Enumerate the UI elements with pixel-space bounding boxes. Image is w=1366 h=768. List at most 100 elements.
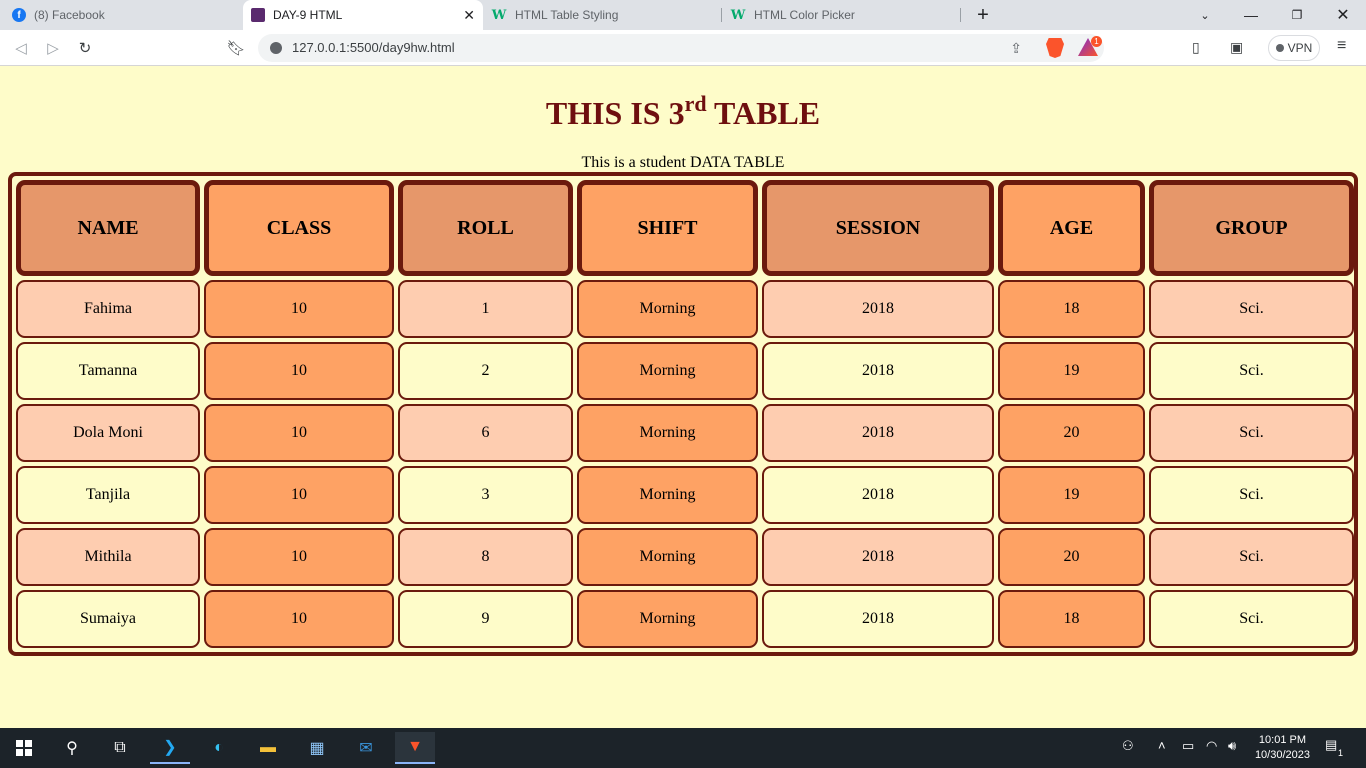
table-row: Fahima 10 1 Morning 2018 18 Sci. <box>16 280 1354 338</box>
table-cell: Mithila <box>16 528 200 586</box>
header-cell: ROLL <box>398 180 573 276</box>
table-cell: Sci. <box>1149 280 1354 338</box>
table-cell: Morning <box>577 342 758 400</box>
table-cell: 10 <box>204 528 394 586</box>
header-cell: SHIFT <box>577 180 758 276</box>
tab-title: HTML Color Picker <box>754 8 855 22</box>
table-cell: 20 <box>998 404 1145 462</box>
share-icon[interactable]: ⇪ <box>1010 40 1022 57</box>
table-cell: Morning <box>577 590 758 648</box>
notification-count: 1 <box>1338 748 1344 758</box>
search-icon[interactable]: ⚲ <box>52 732 92 764</box>
table-cell: Dola Moni <box>16 404 200 462</box>
vscode-icon[interactable]: ❯ <box>150 732 190 764</box>
forward-icon[interactable]: ▷ <box>42 37 64 59</box>
brave-browser-icon[interactable]: ▼ <box>395 732 435 764</box>
table-cell: 2018 <box>762 342 994 400</box>
clock[interactable]: 10:01 PM 10/30/2023 <box>1255 733 1310 763</box>
tab-title: HTML Table Styling <box>515 8 619 22</box>
header-cell: SESSION <box>762 180 994 276</box>
table-cell: Sumaiya <box>16 590 200 648</box>
table-cell: 10 <box>204 590 394 648</box>
table-cell: Morning <box>577 280 758 338</box>
table-cell: 9 <box>398 590 573 648</box>
wallet-icon[interactable]: ▣ <box>1230 39 1243 56</box>
brave-page-icon <box>251 8 265 22</box>
header-row: NAME CLASS ROLL SHIFT SESSION AGE GROUP <box>16 180 1354 276</box>
student-table: NAME CLASS ROLL SHIFT SESSION AGE GROUP … <box>8 172 1358 656</box>
table-cell: Sci. <box>1149 466 1354 524</box>
store-icon[interactable]: ▦ <box>297 732 337 764</box>
table-cell: 1 <box>398 280 573 338</box>
new-tab-button[interactable]: + <box>960 0 1006 30</box>
windows-logo-icon <box>16 740 32 756</box>
tab-search-icon[interactable]: ⌄ <box>1182 0 1228 30</box>
header-cell: AGE <box>998 180 1145 276</box>
tab-facebook[interactable]: f (8) Facebook <box>0 0 242 30</box>
table-row: Dola Moni 10 6 Morning 2018 20 Sci. <box>16 404 1354 462</box>
table-cell: Morning <box>577 466 758 524</box>
site-info-icon[interactable] <box>270 42 282 54</box>
vpn-button[interactable]: VPN <box>1268 35 1320 61</box>
header-cell: NAME <box>16 180 200 276</box>
minimize-icon[interactable]: — <box>1228 0 1274 30</box>
menu-icon[interactable]: ≡ <box>1337 37 1346 55</box>
bookmark-icon[interactable]: 🔖︎ <box>225 37 247 59</box>
back-icon[interactable]: ◁ <box>10 37 32 59</box>
w3schools-icon: W <box>730 7 746 23</box>
table-row: Tanjila 10 3 Morning 2018 19 Sci. <box>16 466 1354 524</box>
notification-icon[interactable]: ▤ <box>1325 737 1337 753</box>
table-cell: Fahima <box>16 280 200 338</box>
page-title: THIS IS 3rd TABLE <box>545 91 821 131</box>
table-row: Tamanna 10 2 Morning 2018 19 Sci. <box>16 342 1354 400</box>
edge-icon[interactable]: ◐ <box>199 732 239 764</box>
facebook-icon: f <box>12 8 26 22</box>
brave-shields-icon[interactable] <box>1046 38 1064 58</box>
table-cell: 2018 <box>762 280 994 338</box>
sidebar-icon[interactable]: ▯ <box>1192 39 1200 56</box>
start-button[interactable] <box>4 732 44 764</box>
reload-icon[interactable]: ↻ <box>74 37 96 59</box>
header-cell: CLASS <box>204 180 394 276</box>
tab-title: (8) Facebook <box>34 8 105 22</box>
tab-day9-html[interactable]: DAY-9 HTML ✕ <box>243 0 483 30</box>
address-bar[interactable]: 127.0.0.1:5500/day9hw.html ⇪ 1 <box>258 34 1104 62</box>
table-cell: 2018 <box>762 466 994 524</box>
table-cell: 20 <box>998 528 1145 586</box>
table-cell: 3 <box>398 466 573 524</box>
vpn-label: VPN <box>1287 41 1313 55</box>
task-view-icon[interactable]: ⧉ <box>100 732 140 764</box>
table-cell: Morning <box>577 528 758 586</box>
table-cell: 19 <box>998 466 1145 524</box>
table-cell: 2018 <box>762 590 994 648</box>
people-icon[interactable]: ⚇ <box>1122 738 1134 754</box>
table-cell: 6 <box>398 404 573 462</box>
table-cell: Sci. <box>1149 590 1354 648</box>
table-cell: 10 <box>204 404 394 462</box>
restore-icon[interactable]: ❐ <box>1274 0 1320 30</box>
tab-html-color-picker[interactable]: W HTML Color Picker <box>722 0 960 30</box>
mail-icon[interactable]: ✉ <box>346 732 386 764</box>
table-cell: 2 <box>398 342 573 400</box>
table-cell: 10 <box>204 280 394 338</box>
table-cell: Tamanna <box>16 342 200 400</box>
tab-title: DAY-9 HTML <box>273 8 343 22</box>
table-cell: 2018 <box>762 528 994 586</box>
time-text: 10:01 PM <box>1258 734 1307 746</box>
file-explorer-icon[interactable]: ▬ <box>248 732 288 764</box>
chevron-up-icon[interactable]: ˄ <box>1158 738 1166 753</box>
close-tab-icon[interactable]: ✕ <box>463 7 475 24</box>
wifi-icon[interactable]: ◠ <box>1206 738 1217 754</box>
close-window-icon[interactable]: ✕ <box>1320 0 1366 30</box>
volume-icon[interactable]: 🔊︎ <box>1228 738 1236 754</box>
date-text: 10/30/2023 <box>1254 749 1310 761</box>
table-cell: 19 <box>998 342 1145 400</box>
battery-icon[interactable]: ▭ <box>1182 738 1194 754</box>
table-cell: Sci. <box>1149 404 1354 462</box>
table-cell: Tanjila <box>16 466 200 524</box>
table-row: Sumaiya 10 9 Morning 2018 18 Sci. <box>16 590 1354 648</box>
table-row: Mithila 10 8 Morning 2018 20 Sci. <box>16 528 1354 586</box>
table-cell: Sci. <box>1149 528 1354 586</box>
table-cell: 10 <box>204 342 394 400</box>
tab-html-table-styling[interactable]: W HTML Table Styling <box>483 0 721 30</box>
